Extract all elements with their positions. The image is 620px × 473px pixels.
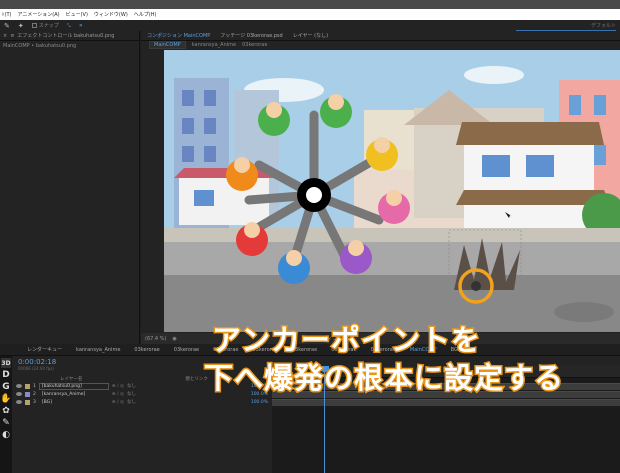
left-tool-strip: 3D D G ✋ ✿ ✎ ◐ bbox=[0, 356, 12, 473]
breadcrumb-kanransya[interactable]: kanransya_Anime bbox=[192, 42, 236, 48]
workspace-label: デフォルト bbox=[590, 22, 616, 29]
tool-3d[interactable]: 3D bbox=[1, 358, 11, 368]
visibility-eye-icon[interactable] bbox=[16, 384, 22, 388]
snap-mode-icon[interactable]: ✕ bbox=[79, 23, 83, 29]
brush-icon[interactable]: ✎ bbox=[1, 418, 11, 428]
panel-menu-icon[interactable]: ≡ bbox=[10, 33, 14, 39]
layer-name[interactable]: [BG] bbox=[39, 399, 109, 406]
menu-item-edit[interactable]: ﾄ(T) bbox=[2, 11, 11, 18]
breadcrumb-maincomp[interactable]: MainCOMP bbox=[149, 41, 186, 49]
label-color-swatch[interactable] bbox=[25, 391, 30, 397]
snap-options-icon[interactable]: ⤡ bbox=[67, 23, 71, 29]
visibility-eye-icon[interactable] bbox=[16, 392, 22, 396]
magnification-dropdown[interactable]: (67.4 %) bbox=[145, 336, 166, 342]
close-icon[interactable]: × bbox=[3, 33, 7, 39]
label-color-swatch[interactable] bbox=[25, 399, 30, 405]
tutorial-caption: アンカーポイントを 下へ爆発の根本に設定する bbox=[202, 317, 620, 397]
workspace-selector[interactable]: デフォルト bbox=[516, 20, 616, 31]
parent-dropdown[interactable]: なし bbox=[127, 391, 155, 397]
tab-footage[interactable]: フッテージ 03kerorae.psd bbox=[220, 32, 282, 39]
effect-controls-subtitle: MainCOMP • bakuhatsu0.png bbox=[3, 42, 77, 49]
composition-viewer[interactable] bbox=[164, 50, 620, 332]
eraser-icon[interactable]: ◐ bbox=[1, 430, 11, 440]
pin-tool-icon[interactable]: ✦ bbox=[18, 22, 24, 30]
tab-timeline-kanransya[interactable]: kanransya_Anime bbox=[71, 347, 125, 353]
layer-name[interactable]: [bakuhatsu0.png] bbox=[38, 382, 109, 390]
comp-breadcrumb: MainCOMP kanransya_Anime 03kerorae bbox=[141, 41, 620, 49]
tab-render-queue[interactable]: レンダーキュー bbox=[22, 346, 67, 353]
hand-icon[interactable]: ✋ bbox=[0, 394, 11, 404]
tab-composition[interactable]: コンポジション MainCOMP bbox=[147, 32, 210, 39]
panel-header: × ≡ エフェクトコントロール bakuhatsu0.png bbox=[0, 31, 139, 41]
layer-number: 3 bbox=[33, 399, 36, 405]
layer-name[interactable]: [kanransya_Anime] bbox=[39, 391, 109, 398]
tab-layer[interactable]: レイヤー (なし) bbox=[293, 32, 328, 39]
snap-label: スナップ bbox=[38, 23, 59, 29]
snap-checkbox[interactable] bbox=[31, 23, 37, 28]
snap-toggle[interactable]: スナップ bbox=[31, 22, 59, 29]
parent-dropdown[interactable]: なし bbox=[127, 383, 155, 389]
menu-item-help[interactable]: ヘルプ(H) bbox=[134, 11, 157, 18]
menu-item-window[interactable]: ウィンドウ(W) bbox=[94, 11, 128, 18]
switch-icons[interactable]: ⊕ / ◎ bbox=[112, 400, 124, 405]
breadcrumb-kerorae[interactable]: 03kerorae bbox=[242, 42, 267, 48]
composition-tabs: コンポジション MainCOMP フッテージ 03kerorae.psd レイヤ… bbox=[141, 31, 620, 41]
visibility-eye-icon[interactable] bbox=[16, 400, 22, 404]
effect-controls-panel: × ≡ エフェクトコントロール bakuhatsu0.png MainCOMP … bbox=[0, 31, 140, 344]
menu-item-view[interactable]: ビュー(V) bbox=[66, 11, 88, 18]
tool-g[interactable]: G bbox=[1, 382, 11, 392]
layer-number: 1 bbox=[33, 383, 36, 389]
caption-line-2: 下へ爆発の根本に設定する bbox=[202, 360, 565, 397]
effect-controls-tab[interactable]: エフェクトコントロール bakuhatsu0.png bbox=[17, 32, 114, 39]
switch-icons[interactable]: ⊕ / ◎ bbox=[112, 392, 124, 397]
puppet-icon[interactable]: ✿ bbox=[1, 406, 11, 416]
tab-timeline-kerorae[interactable]: 03kerorae bbox=[169, 347, 204, 353]
scene-illustration bbox=[164, 50, 620, 332]
opacity-value[interactable]: 100.0% bbox=[251, 400, 272, 405]
tab-timeline-kerorae[interactable]: 03kerorae bbox=[129, 347, 164, 353]
label-color-swatch[interactable] bbox=[25, 383, 30, 389]
pen-tool-icon[interactable]: ✎ bbox=[4, 22, 10, 30]
title-strip bbox=[0, 0, 620, 9]
switch-icons[interactable]: ⊕ / ◎ bbox=[112, 384, 124, 389]
menu-bar: ﾄ(T) アニメーション(A) ビュー(V) ウィンドウ(W) ヘルプ(H) bbox=[0, 9, 620, 20]
layer-number: 2 bbox=[33, 391, 36, 397]
layer-row[interactable]: 3 [BG] ⊕ / ◎ なし 100.0% bbox=[12, 398, 272, 406]
current-time-display[interactable]: 0:00:02:18 bbox=[18, 358, 56, 366]
tool-d[interactable]: D bbox=[1, 370, 11, 380]
parent-dropdown[interactable]: なし bbox=[127, 399, 155, 405]
camera-icon[interactable]: ◉ bbox=[172, 336, 176, 342]
caption-line-1: アンカーポイントを bbox=[211, 322, 482, 359]
frame-count: 00066 (24.00 fps) bbox=[18, 366, 54, 371]
menu-item-animation[interactable]: アニメーション(A) bbox=[17, 11, 59, 18]
